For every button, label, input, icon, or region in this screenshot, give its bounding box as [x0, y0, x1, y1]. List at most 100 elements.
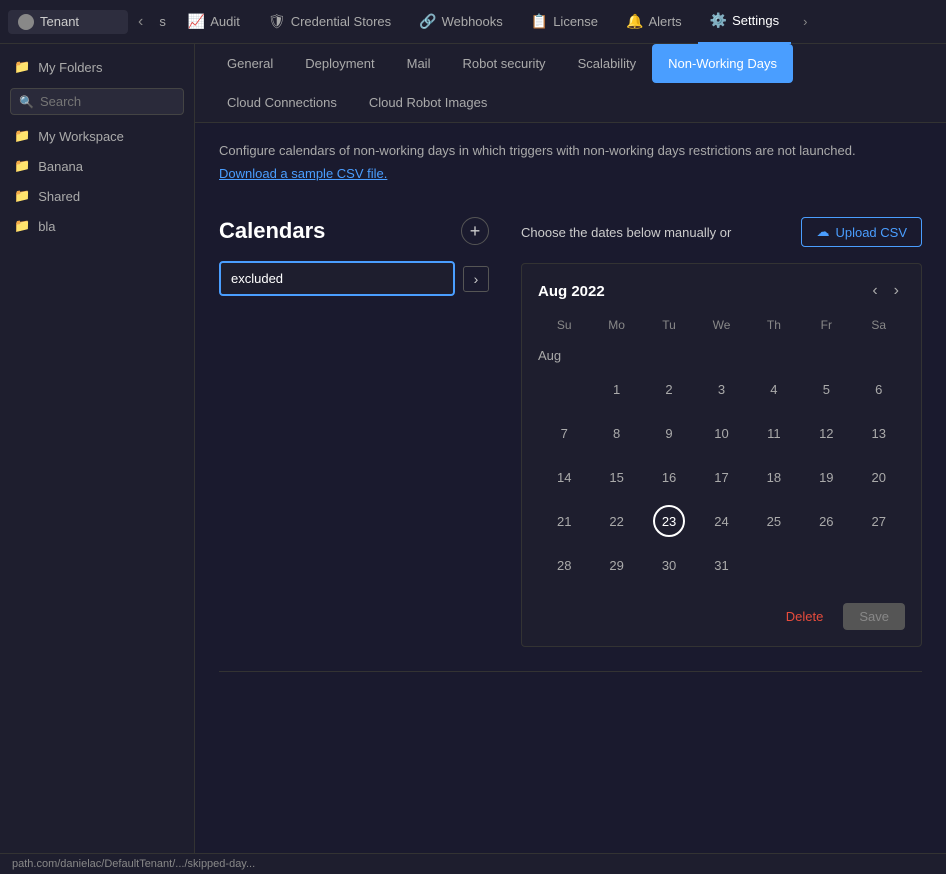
calendar-prev-button[interactable]: ‹: [866, 280, 883, 302]
nav-webhooks-label: Webhooks: [442, 14, 503, 29]
search-icon: 🔍: [19, 95, 34, 109]
save-button[interactable]: Save: [843, 603, 905, 630]
search-box: 🔍: [10, 88, 184, 115]
tab-mail[interactable]: Mail: [391, 44, 447, 83]
calendar-day: [748, 543, 800, 587]
tenant-button[interactable]: Tenant: [8, 10, 128, 34]
tab-non-working-days[interactable]: Non-Working Days: [652, 44, 793, 83]
tab-cloud-connections[interactable]: Cloud Connections: [211, 83, 353, 122]
calendar-day[interactable]: 21: [538, 499, 590, 543]
calendar-day[interactable]: 3: [695, 367, 747, 411]
sidebar-item-banana[interactable]: 📁 Banana: [0, 151, 194, 181]
calendar-actions: Delete Save: [538, 603, 905, 630]
sidebar-item-my-workspace[interactable]: 📁 My Workspace: [0, 121, 194, 151]
calendar-input-wrapper: [219, 261, 455, 296]
nav-more-button[interactable]: ›: [795, 10, 815, 33]
settings-content: Configure calendars of non-working days …: [195, 123, 946, 853]
search-input[interactable]: [40, 94, 216, 109]
download-link[interactable]: Download a sample CSV file.: [219, 166, 387, 181]
tab-robot-security[interactable]: Robot security: [446, 44, 561, 83]
weekday-header: Th: [748, 314, 800, 340]
sidebar-item-my-folders[interactable]: 📁 My Folders: [0, 52, 194, 82]
calendars-section: Calendars + › Choose th: [219, 217, 922, 647]
add-calendar-button[interactable]: +: [461, 217, 489, 245]
calendar-day[interactable]: 16: [643, 455, 695, 499]
sidebar-bla-label: bla: [38, 219, 55, 234]
nav-item-license[interactable]: 📋 License: [519, 0, 610, 44]
nav-item-alerts[interactable]: 🔔 Alerts: [614, 0, 694, 44]
sidebar-shared-label: Shared: [38, 189, 80, 204]
tab-scalability[interactable]: Scalability: [562, 44, 653, 83]
calendar-day[interactable]: 14: [538, 455, 590, 499]
my-folders-icon: 📁: [14, 59, 30, 75]
calendar-day[interactable]: 17: [695, 455, 747, 499]
calendar-day[interactable]: 10: [695, 411, 747, 455]
calendars-panel: Calendars + ›: [219, 217, 489, 647]
tab-general[interactable]: General: [211, 44, 289, 83]
calendar-arrow-button[interactable]: ›: [463, 266, 489, 292]
calendar-day[interactable]: 11: [748, 411, 800, 455]
tab-cloud-robot-images[interactable]: Cloud Robot Images: [353, 83, 504, 122]
sidebar: 📁 My Folders 🔍 📁 My Workspace 📁 Banana 📁…: [0, 44, 195, 853]
sidebar-my-workspace-label: My Workspace: [38, 129, 124, 144]
shared-icon: 📁: [14, 188, 30, 204]
bla-icon: 📁: [14, 218, 30, 234]
calendar-day[interactable]: 24: [695, 499, 747, 543]
calendar-day[interactable]: 12: [800, 411, 852, 455]
calendar-day[interactable]: 1: [590, 367, 642, 411]
calendar-day[interactable]: 27: [853, 499, 905, 543]
calendar-day[interactable]: 15: [590, 455, 642, 499]
upload-csv-button[interactable]: ☁ Upload CSV: [801, 217, 922, 247]
weekday-header: Tu: [643, 314, 695, 340]
calendar-day[interactable]: 4: [748, 367, 800, 411]
calendar-day[interactable]: 7: [538, 411, 590, 455]
nav-item-audit[interactable]: 📈 Audit: [176, 0, 252, 44]
sidebar-my-folders-label: My Folders: [38, 60, 102, 75]
calendar-day[interactable]: 29: [590, 543, 642, 587]
calendar-day[interactable]: 30: [643, 543, 695, 587]
calendar-next-button[interactable]: ›: [888, 280, 905, 302]
calendar-day[interactable]: 31: [695, 543, 747, 587]
calendar-container: Aug 2022 ‹ › SuMoTuWeThFrSa Aug123456789…: [521, 263, 922, 647]
banana-icon: 📁: [14, 158, 30, 174]
calendars-header: Calendars +: [219, 217, 489, 245]
calendar-day[interactable]: 2: [643, 367, 695, 411]
calendars-title: Calendars: [219, 218, 325, 244]
calendar-day[interactable]: 28: [538, 543, 590, 587]
settings-icon: ⚙️: [710, 12, 727, 29]
nav-settings-label: Settings: [732, 13, 779, 28]
tab-deployment[interactable]: Deployment: [289, 44, 390, 83]
calendar-day[interactable]: 8: [590, 411, 642, 455]
status-url: path.com/danielac/DefaultTenant/.../skip…: [12, 858, 255, 870]
calendar-day[interactable]: 20: [853, 455, 905, 499]
choose-dates-row: Choose the dates below manually or ☁ Upl…: [521, 217, 922, 247]
nav-item-webhooks[interactable]: 🔗 Webhooks: [407, 0, 515, 44]
calendar-name-input[interactable]: [231, 271, 443, 286]
nav-back-button[interactable]: ‹: [132, 9, 149, 35]
status-bar: path.com/danielac/DefaultTenant/.../skip…: [0, 853, 946, 874]
delete-button[interactable]: Delete: [776, 603, 834, 630]
sidebar-item-shared[interactable]: 📁 Shared: [0, 181, 194, 211]
calendar-day[interactable]: 23: [643, 499, 695, 543]
calendar-grid: SuMoTuWeThFrSa Aug1234567891011121314151…: [538, 314, 905, 587]
calendar-day[interactable]: 6: [853, 367, 905, 411]
calendar-day[interactable]: 13: [853, 411, 905, 455]
calendar-day[interactable]: 26: [800, 499, 852, 543]
my-workspace-icon: 📁: [14, 128, 30, 144]
calendar-day: [853, 543, 905, 587]
calendar-day[interactable]: 25: [748, 499, 800, 543]
calendar-day[interactable]: 19: [800, 455, 852, 499]
calendar-entry: ›: [219, 261, 489, 296]
weekday-header: We: [695, 314, 747, 340]
calendar-day[interactable]: 18: [748, 455, 800, 499]
nav-license-label: License: [553, 14, 598, 29]
calendar-day[interactable]: 22: [590, 499, 642, 543]
calendar-day[interactable]: 9: [643, 411, 695, 455]
nav-audit-label: Audit: [210, 14, 240, 29]
calendar-day[interactable]: 5: [800, 367, 852, 411]
nav-alerts-label: Alerts: [648, 14, 681, 29]
arrow-icon: ›: [474, 271, 479, 287]
nav-item-credential-stores[interactable]: 🛡 Credential Stores: [256, 0, 403, 44]
nav-item-settings[interactable]: ⚙️ Settings: [698, 0, 791, 44]
sidebar-item-bla[interactable]: 📁 bla: [0, 211, 194, 241]
